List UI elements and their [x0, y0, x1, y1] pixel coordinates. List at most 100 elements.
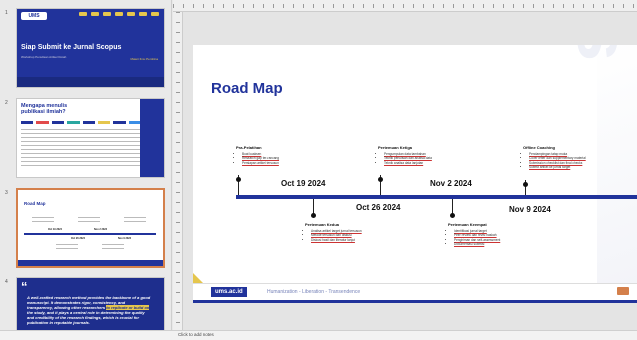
ruler-tick: [176, 202, 180, 203]
footer-stripe: [193, 300, 637, 303]
notes-bar[interactable]: Click to add notes: [0, 330, 637, 340]
ruler-tick: [176, 282, 180, 283]
milestone-dot: [523, 182, 528, 187]
ruler-tick: [483, 4, 484, 8]
ruler-tick: [223, 4, 224, 8]
ruler-tick: [176, 22, 180, 23]
ruler-tick: [373, 4, 374, 8]
ruler-tick: [176, 292, 180, 293]
ruler-tick: [176, 232, 180, 233]
ruler-tick: [233, 4, 234, 8]
thumbnail-date: Oct 26 2024: [71, 237, 85, 240]
ruler-tick: [243, 4, 244, 8]
ruler-tick: [176, 262, 180, 263]
ruler-tick: [213, 4, 214, 8]
thumbnail-number: 4: [5, 279, 8, 285]
ruler-tick: [176, 222, 180, 223]
ruler-tick: [573, 4, 574, 8]
milestone-items: Buat kuaksenResearch gap ter-rancangPers…: [236, 152, 326, 165]
ruler-tick: [176, 182, 180, 183]
ums-watermark: ums: [561, 45, 637, 63]
ruler-tick: [563, 4, 564, 8]
vertical-ruler: [173, 12, 183, 330]
ruler-tick: [176, 272, 180, 273]
ruler-tick: [176, 82, 180, 83]
ruler-tick: [176, 312, 180, 313]
thumbnail-title: Road Map: [24, 201, 46, 206]
thumbnail-title: Mengapa menulis publikasi ilmiah?: [21, 103, 68, 115]
ruler-tick: [176, 72, 180, 73]
presentation-app: 1 UMS Siap Submit ke Jurnal Scopus Works…: [0, 0, 637, 340]
thumbnail-title: Siap Submit ke Jurnal Scopus: [21, 44, 122, 51]
thumbnail-number: 1: [5, 10, 8, 16]
thumbnail-number: 3: [5, 190, 8, 196]
ruler-tick: [503, 4, 504, 8]
ruler-tick: [176, 192, 180, 193]
notes-placeholder[interactable]: Click to add notes: [178, 332, 214, 337]
thumbnail-color-blocks: [21, 121, 141, 124]
thumbnail-quote: A well-crafted research method provides …: [27, 295, 151, 325]
accent-corner: [193, 273, 203, 283]
slide-background-shade: [597, 45, 637, 303]
ruler-tick: [493, 4, 494, 8]
milestone-dot: [236, 177, 241, 182]
ruler-tick: [176, 122, 180, 123]
horizontal-ruler: [173, 0, 637, 12]
ruler-tick: [303, 4, 304, 8]
ruler-tick: [533, 4, 534, 8]
ruler-tick: [203, 4, 204, 8]
ruler-tick: [433, 4, 434, 8]
footer-tagline: Humanization - Liberation - Transendence: [267, 289, 361, 295]
ruler-tick: [403, 4, 404, 8]
slide-title[interactable]: Road Map: [211, 80, 283, 97]
milestone-items: Pendampingan tatap mukaCover letter dan …: [523, 152, 613, 169]
ruler-tick: [473, 4, 474, 8]
milestone-date: Oct 19 2024: [281, 179, 326, 188]
milestone-title: Pra-Pelatihan: [236, 145, 262, 150]
thumbnail-number: 2: [5, 100, 8, 106]
ruler-tick: [623, 4, 624, 8]
ruler-tick: [343, 4, 344, 8]
timeline-bar: [236, 195, 637, 199]
milestone-title: Offline Coaching: [523, 145, 555, 150]
ruler-tick: [593, 4, 594, 8]
ruler-tick: [363, 4, 364, 8]
ruler-tick: [313, 4, 314, 8]
slide-thumbnail-pane[interactable]: 1 UMS Siap Submit ke Jurnal Scopus Works…: [0, 0, 172, 340]
slide-thumbnail-1[interactable]: UMS Siap Submit ke Jurnal Scopus Worksho…: [16, 8, 165, 88]
ruler-tick: [543, 4, 544, 8]
ruler-tick: [453, 4, 454, 8]
milestone-date: Nov 9 2024: [509, 205, 551, 214]
slide-thumbnail-2[interactable]: Mengapa menulis publikasi ilmiah?: [16, 98, 165, 178]
partner-logos: [79, 12, 159, 17]
slide-thumbnail-3-selected[interactable]: Road Map Oct 19 2024 Oct 26 2024 Nov 2 2…: [16, 188, 165, 268]
ruler-tick: [283, 4, 284, 8]
milestone-dot: [311, 213, 316, 218]
ruler-tick: [176, 302, 180, 303]
milestone-title: Pertemuan Kedua: [305, 222, 340, 227]
ruler-tick: [393, 4, 394, 8]
ruler-tick: [293, 4, 294, 8]
ruler-tick: [463, 4, 464, 8]
milestone-items: Analisa artikel target jurnal tersusunMe…: [305, 229, 395, 242]
ruler-tick: [176, 42, 180, 43]
thumbnail-right-label: Materi Ilmu Pembina: [130, 57, 158, 61]
ruler-tick: [263, 4, 264, 8]
ruler-tick: [513, 4, 514, 8]
thumbnail-date: Oct 19 2024: [48, 228, 62, 231]
slide-editor[interactable]: ums Road Map Pra-Pelatihan Buat kuaksenR…: [173, 0, 637, 330]
milestone-title: Pertemuan Ketiga: [378, 145, 413, 150]
thumbnail-footer-bar: [17, 77, 164, 87]
ruler-tick: [323, 4, 324, 8]
milestone-title: Pertemuan Keempat: [448, 222, 487, 227]
ruler-tick: [176, 142, 180, 143]
ruler-tick: [613, 4, 614, 8]
thumbnail-date: Nov 2 2024: [94, 228, 108, 231]
ruler-tick: [413, 4, 414, 8]
ruler-tick: [273, 4, 274, 8]
ruler-tick: [583, 4, 584, 8]
ruler-tick: [176, 112, 180, 113]
milestone-dot: [378, 177, 383, 182]
footer-website: ums.ac.id: [211, 287, 247, 297]
current-slide[interactable]: ums Road Map Pra-Pelatihan Buat kuaksenR…: [193, 45, 637, 303]
